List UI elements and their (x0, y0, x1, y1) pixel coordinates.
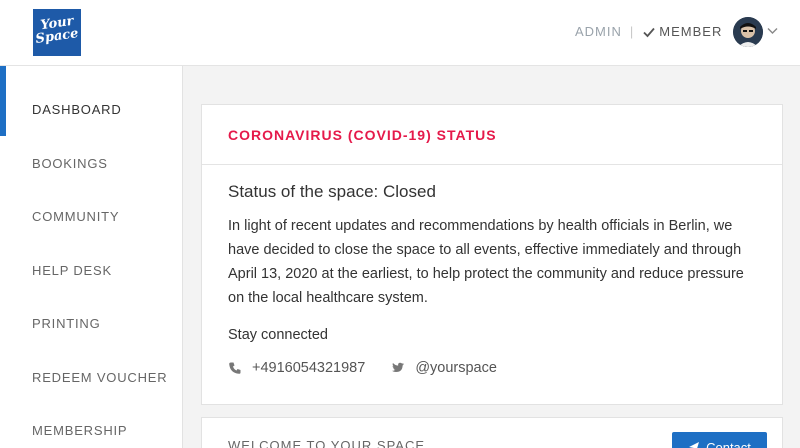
sidebar-item-dashboard[interactable]: DASHBOARD (32, 102, 122, 117)
active-nav-indicator (0, 66, 6, 136)
sidebar-item-bookings[interactable]: BOOKINGS (32, 156, 108, 171)
sidebar-item-redeem-voucher[interactable]: REDEEM VOUCHER (32, 370, 167, 385)
twitter-handle: @yourspace (415, 360, 497, 376)
chevron-down-icon[interactable] (767, 27, 778, 35)
top-bar: Your Space ADMIN | MEMBER (0, 0, 800, 66)
role-member-label: MEMBER (659, 24, 723, 39)
twitter-icon (392, 362, 405, 372)
twitter-link[interactable]: @yourspace (391, 360, 497, 376)
avatar[interactable] (733, 17, 763, 47)
sidebar-item-help-desk[interactable]: HELP DESK (32, 263, 112, 278)
phone-link[interactable]: +4916054321987 (228, 360, 365, 376)
sidebar-item-community[interactable]: COMMUNITY (32, 209, 119, 224)
card-header: CORONAVIRUS (COVID-19) STATUS (202, 105, 782, 165)
welcome-card: WELCOME TO YOUR SPACE Contact (201, 417, 783, 448)
phone-number: +4916054321987 (252, 360, 366, 376)
role-member-link[interactable]: MEMBER (642, 24, 722, 39)
sidebar: DASHBOARD BOOKINGS COMMUNITY HELP DESK P… (0, 66, 183, 448)
contact-button[interactable]: Contact (672, 432, 767, 448)
card-title: CORONAVIRUS (COVID-19) STATUS (228, 127, 497, 143)
card-body: Status of the space: Closed In light of … (202, 165, 782, 376)
status-message: In light of recent updates and recommend… (228, 218, 744, 306)
contact-links: +4916054321987 @yourspace (228, 360, 782, 376)
role-separator: | (629, 24, 635, 39)
send-icon (689, 442, 700, 448)
phone-icon (229, 362, 241, 374)
role-switcher: ADMIN | MEMBER (575, 24, 722, 39)
contact-button-label: Contact (706, 439, 751, 448)
brand-logo[interactable]: Your Space (33, 9, 81, 56)
check-icon (643, 27, 655, 37)
covid-status-card: CORONAVIRUS (COVID-19) STATUS Status of … (201, 104, 783, 405)
stay-connected-label: Stay connected (228, 327, 328, 343)
welcome-title: WELCOME TO YOUR SPACE (228, 438, 426, 448)
sidebar-item-membership[interactable]: MEMBERSHIP (32, 423, 127, 438)
role-admin-link[interactable]: ADMIN (575, 24, 622, 39)
sidebar-item-printing[interactable]: PRINTING (32, 316, 101, 331)
space-status: Status of the space: Closed (228, 182, 436, 201)
